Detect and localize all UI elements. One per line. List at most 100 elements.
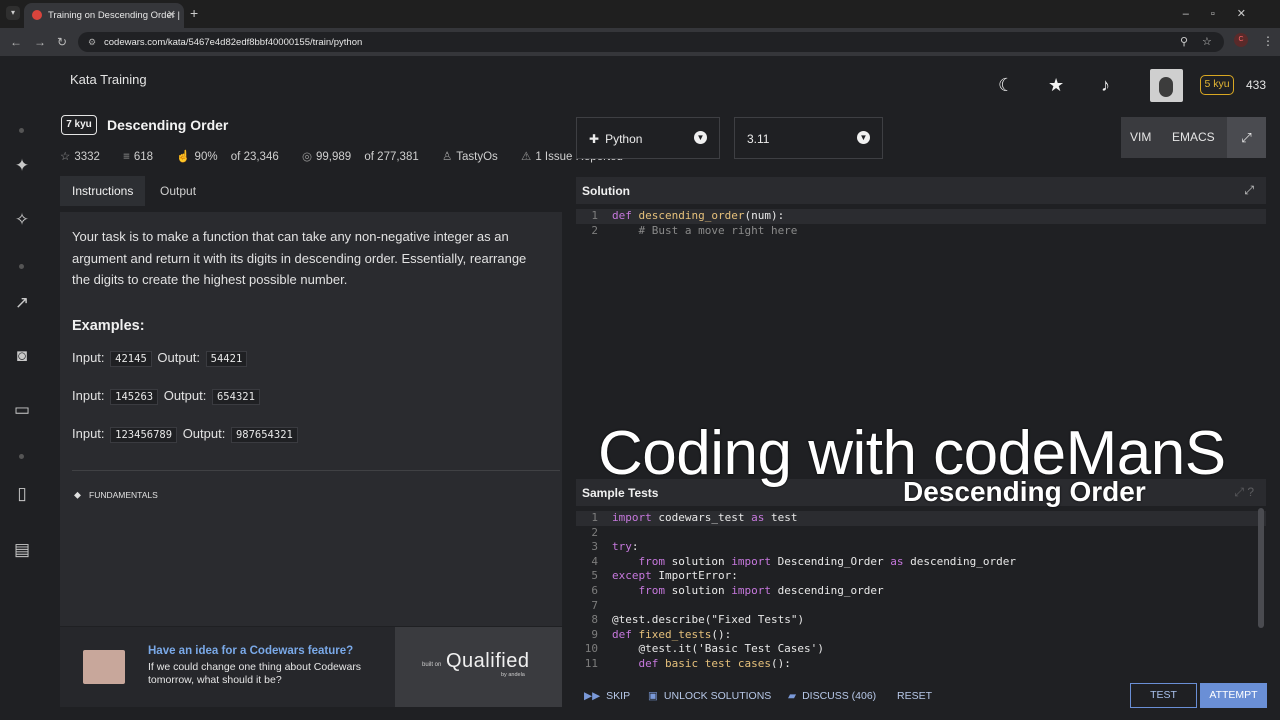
promo-text: If we could change one thing about Codew… [148,661,362,686]
chevron-down-icon: ▼ [857,131,870,144]
back-icon[interactable]: ← [10,35,22,49]
kata-tag[interactable]: ⬥ FUNDAMENTALS [74,490,158,501]
discuss-button[interactable]: ▰ DISCUSS (406) [788,690,876,702]
reload-icon[interactable]: ↻ [57,35,67,49]
tab-output[interactable]: Output [148,176,208,206]
skip-button[interactable]: ▶▶ SKIP [584,690,630,702]
zoom-icon[interactable]: ⚲ [1180,35,1188,48]
qualified-logo[interactable]: built on Qualified by andela [395,627,562,707]
profile-avatar[interactable]: C [1234,33,1248,47]
fullscreen-icon[interactable]: ⤢ [1227,117,1266,158]
feature-idea-banner[interactable]: Have an idea for a Codewars feature? If … [60,627,395,707]
code-line: 4 from solution import Descending_Order … [591,554,1017,568]
satisfaction-stat: ☝ 90% of 23,346 [176,151,279,163]
browser-menu-icon[interactable]: ⋮ [1262,34,1274,48]
attempt-button[interactable]: ATTEMPT [1200,683,1267,708]
expand-icon[interactable]: ⤢ [1244,183,1254,198]
target-icon: ◎ [301,151,312,163]
star-icon: ☆ [60,151,71,163]
example-row: Input: 123456789 Output: 987654321 [72,426,300,443]
example-output: 54421 [205,351,248,367]
code-line: 7 [591,598,598,612]
thumbs-up-icon: ☝ [176,151,191,163]
notifications-bell-icon[interactable]: ♪ [1101,75,1110,96]
author-link[interactable]: ♙ TastyOs [442,151,508,163]
andela-label: by andela [501,672,525,678]
tab-title: Training on Descending Order | [48,10,181,21]
code-line: 11 def basic_test_cases(): [584,657,791,668]
tests-scrollbar[interactable] [1258,508,1264,628]
language-select[interactable]: ✚ Python ▼ [576,117,720,159]
blog-news-icon[interactable]: ▤ [0,540,44,560]
url-field[interactable]: ⚙ codewars.com/kata/5467e4d82edf8bbf4000… [78,32,1224,52]
unlock-solutions-button[interactable]: ▣ UNLOCK SOLUTIONS [648,690,771,702]
built-on-label: built on [422,662,442,668]
code-line: 8 @test.describe("Fixed Tests") [591,613,805,627]
reset-button[interactable]: RESET [897,690,932,702]
divider [72,470,560,471]
tab-search-icon[interactable]: ▾ [6,6,20,20]
code-line: 6 from solution import descending_order [591,584,884,597]
expand-icon[interactable]: ⤢ ? [1234,485,1254,500]
discord-icon[interactable]: ◙ [0,346,44,366]
kata-stats: ☆ 3332 ≡ 618 ☝ 90% of 23,346 ◎ 99,989 of 277… [60,149,643,163]
solution-header: Solution ⤢ [576,177,1266,204]
forward-icon[interactable]: → [34,35,46,49]
emacs-mode-button[interactable]: EMACS [1172,130,1215,144]
kata-rank-badge: 7 kyu [61,115,97,135]
forum-icon[interactable]: ▭ [0,400,44,420]
video-overlay-subtitle: Descending Order [903,476,1146,507]
close-tab-icon[interactable]: ✕ [167,8,176,21]
promo-heading[interactable]: Have an idea for a Codewars feature? [148,645,353,657]
tab-instructions[interactable]: Instructions [60,176,146,206]
instructions-panel: Your task is to make a function that can… [60,212,562,626]
lock-icon: ▣ [648,690,658,702]
code-line: 5 except ImportError: [591,569,738,583]
code-line: 10 @test.it('Basic Test Cases') [584,642,824,656]
code-line: 2 # Bust a move right here [591,223,798,237]
example-output: 654321 [211,389,260,405]
description-line: the digits to create the highest possibl… [72,272,348,287]
description-line: Your task is to make a function that can… [72,229,509,244]
new-tab-icon[interactable]: + [190,5,198,21]
test-button[interactable]: TEST [1130,683,1197,708]
collections-stat: ≡ 618 [123,151,154,163]
sidebar: ✦ ✧ ↗ ◙ ▭ ▯ ▤ [0,56,44,720]
practice-icon[interactable]: ✦ [0,156,44,176]
chevron-down-icon: ▼ [694,131,707,144]
example-input: 123456789 [110,427,178,443]
window-controls[interactable]: –▫✕ [1183,7,1268,20]
layers-icon: ≡ [123,151,130,163]
comments-icon: ▰ [788,690,797,702]
code-line: 2 [591,525,598,539]
example-input: 42145 [110,351,152,367]
stars-stat[interactable]: ☆ 3332 [60,151,110,163]
browser-tab[interactable]: Training on Descending Order | ✕ [24,3,184,28]
vim-mode-button[interactable]: VIM [1130,130,1151,144]
bookmarks-icon[interactable]: ★ [1048,75,1064,96]
user-rank-badge: 5 kyu [1200,75,1234,95]
examples-heading: Examples: [72,318,145,334]
sample-tests-editor[interactable]: 1 import codewars_test as test 2 3 try: 4 … [576,506,1266,668]
python-icon: ✚ [589,132,600,146]
user-avatar[interactable] [1150,69,1183,102]
url-text: codewars.com/kata/5467e4d82edf8bbf400001… [104,37,363,48]
completed-stat: ◎ 99,989 of 277,381 [301,151,419,163]
docs-book-icon[interactable]: ▯ [0,484,44,504]
example-row: Input: 42145 Output: 54421 [72,350,249,367]
action-bar: ▶▶ SKIP ▣ UNLOCK SOLUTIONS ▰ DISCUSS (406) … [576,682,1267,710]
user-honor: 433 [1246,78,1267,92]
example-output: 987654321 [230,427,298,443]
kumite-icon[interactable]: ✧ [0,210,44,230]
warning-icon: ⚠ [521,151,532,163]
code-line: 1 def descending_order(num): [576,209,1266,224]
example-input: 145263 [110,389,159,405]
version-select[interactable]: 3.11 ▼ [734,117,883,159]
leaderboards-icon[interactable]: ↗ [0,293,44,313]
page-section-title: Kata Training [70,72,147,87]
description-line: argument and return it with its digits i… [72,250,527,266]
bookmark-star-icon[interactable]: ☆ [1202,35,1212,48]
dark-mode-moon-icon[interactable]: ☾ [998,75,1014,96]
site-info-icon[interactable]: ⚙ [88,37,96,48]
sidebar-dot [19,264,24,269]
